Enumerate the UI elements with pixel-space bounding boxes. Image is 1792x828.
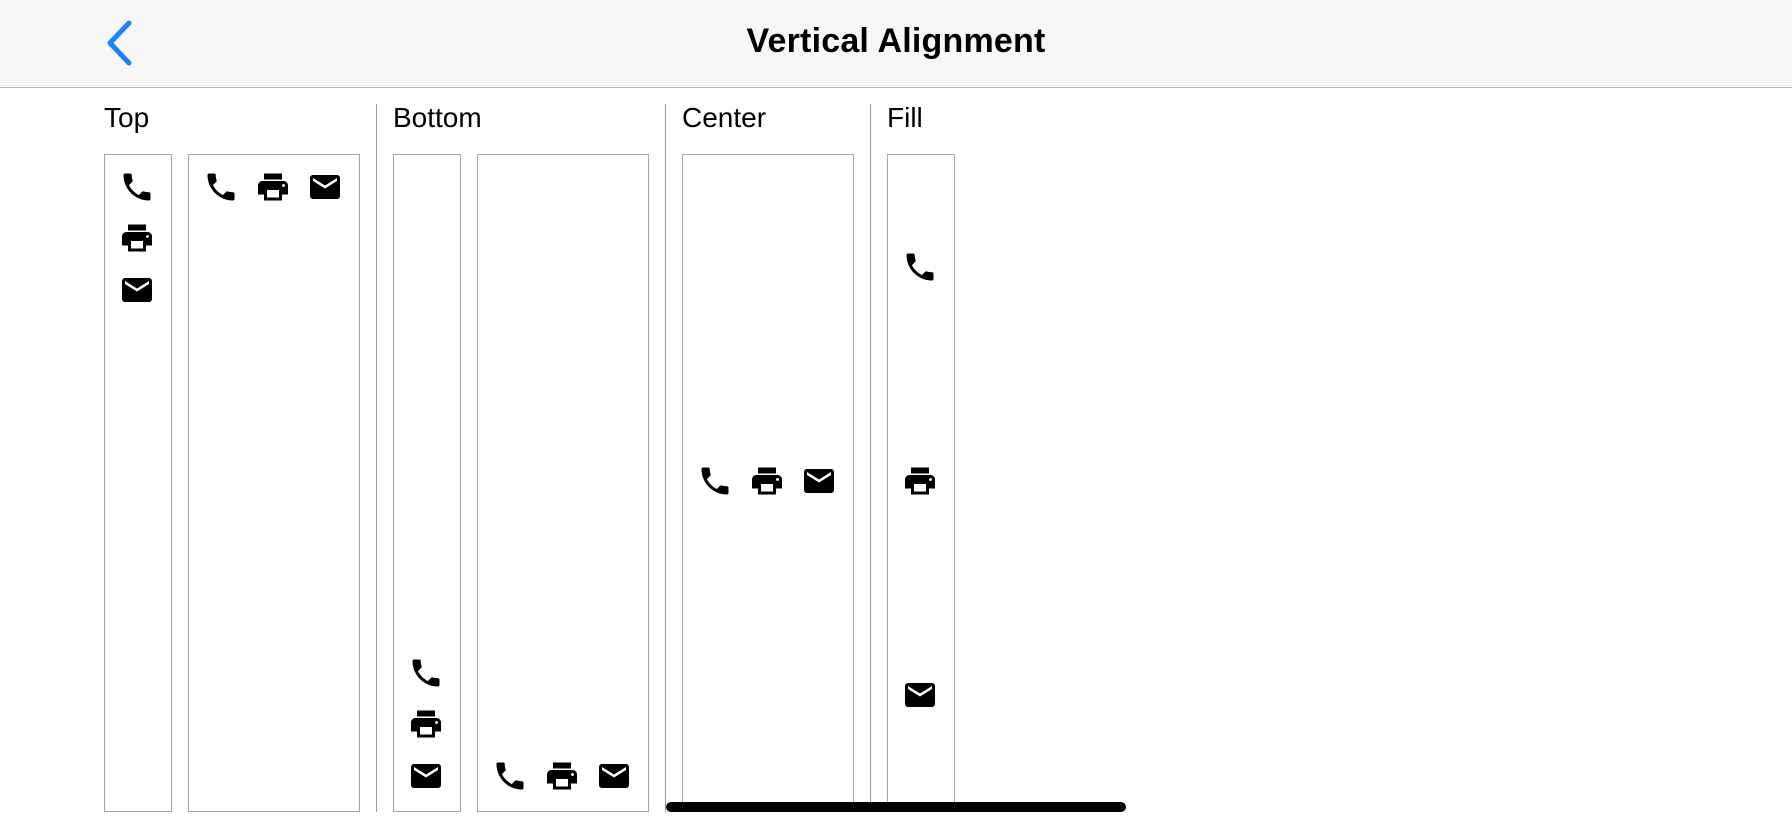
navigation-bar: Vertical Alignment xyxy=(0,0,1792,88)
top-vertical-stack xyxy=(104,154,172,812)
section-label-center: Center xyxy=(682,102,767,133)
section-label-fill: Fill xyxy=(887,102,923,133)
bottom-vertical-stack xyxy=(393,154,461,812)
section-divider xyxy=(376,104,377,812)
section-label-top: Top xyxy=(104,102,150,133)
print-icon xyxy=(902,463,938,499)
mail-icon xyxy=(902,677,938,713)
mail-icon xyxy=(801,463,837,499)
phone-icon xyxy=(119,169,155,205)
mail-icon xyxy=(408,758,444,794)
print-icon xyxy=(408,706,444,742)
fill-vertical-stack xyxy=(887,154,955,812)
mail-icon xyxy=(119,272,155,308)
print-icon xyxy=(119,220,155,256)
home-indicator[interactable] xyxy=(666,802,1126,812)
page-title: Vertical Alignment xyxy=(746,22,1046,60)
section-divider xyxy=(665,104,666,812)
phone-icon xyxy=(697,463,733,499)
print-icon xyxy=(544,758,580,794)
center-horizontal-stack xyxy=(682,154,854,812)
alignment-demo-area: Top Bottom Center Fill xyxy=(0,88,1792,828)
top-horizontal-stack xyxy=(188,154,360,812)
phone-icon xyxy=(492,758,528,794)
phone-icon xyxy=(203,169,239,205)
mail-icon xyxy=(307,169,343,205)
print-icon xyxy=(749,463,785,499)
section-label-bottom: Bottom xyxy=(393,102,482,133)
section-divider xyxy=(870,104,871,812)
phone-icon xyxy=(902,249,938,285)
mail-icon xyxy=(596,758,632,794)
bottom-horizontal-stack xyxy=(477,154,649,812)
print-icon xyxy=(255,169,291,205)
phone-icon xyxy=(408,655,444,691)
